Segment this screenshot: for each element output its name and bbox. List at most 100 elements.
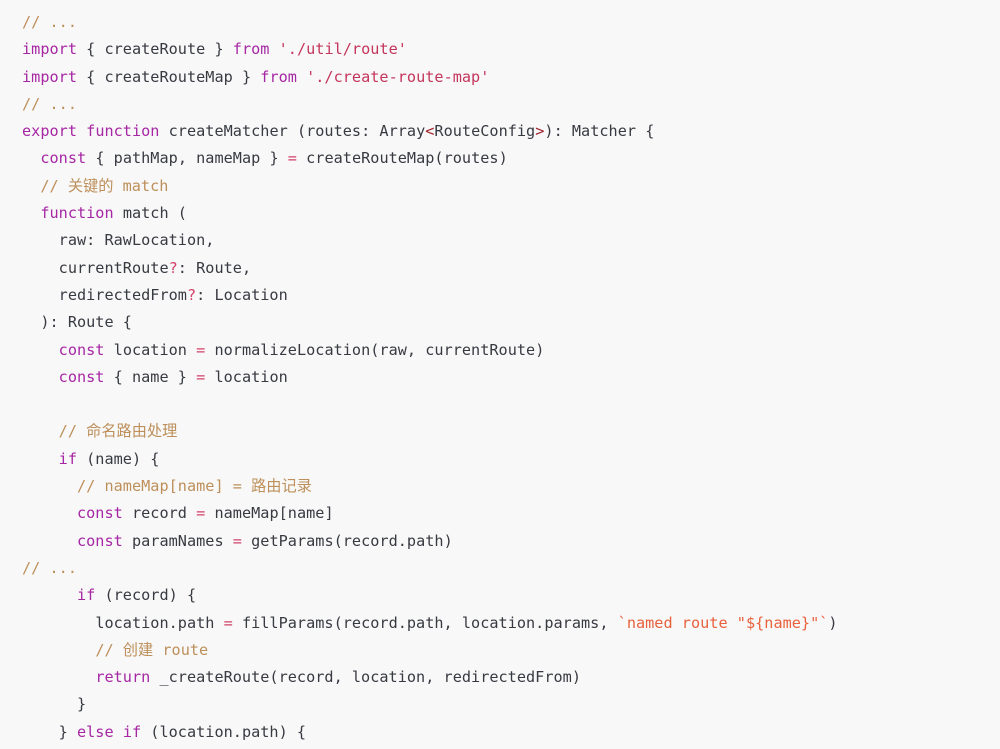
code-token-comment: // nameMap[name] = 路由记录 <box>76 477 312 496</box>
code-token-keyword: const <box>58 340 105 359</box>
code-token-keyword: return <box>95 668 151 687</box>
code-token-function: createMatcher <box>168 122 288 141</box>
code-token-plain: } <box>168 367 197 386</box>
code-token-plain: currentRoute <box>58 258 169 277</box>
code-line: return _createRoute(record, location, re… <box>22 664 1000 691</box>
code-token-keyword: const <box>40 149 87 168</box>
code-token-keyword: else <box>76 722 114 741</box>
code-token-plain: } <box>76 695 87 714</box>
code-token-keyword: export <box>22 122 77 141</box>
code-token-plain: (location.path) { <box>141 722 307 741</box>
code-token-keyword: const <box>76 531 123 550</box>
code-token-plain: : Route, <box>177 258 252 277</box>
code-token-variable: raw <box>58 231 87 250</box>
code-token-keyword: import <box>22 67 77 86</box>
code-line: function match ( <box>22 200 1000 227</box>
code-token-plain: , <box>177 149 197 168</box>
code-token-operator: = <box>232 531 242 550</box>
code-token-plain: : Array <box>361 122 426 141</box>
code-line: // ... <box>22 555 1000 582</box>
code-block: // ... import { createRoute } from './uti… <box>0 0 1000 749</box>
code-token-plain: } <box>58 722 77 741</box>
code-line: export function createMatcher (routes: A… <box>22 118 1000 145</box>
code-token-plain: ( <box>168 204 187 223</box>
code-token-plain: (record) { <box>95 586 197 605</box>
code-token-plain: { <box>76 67 105 86</box>
code-token-keyword: const <box>58 367 105 386</box>
code-token-comment: // ... <box>22 94 77 113</box>
code-token-variable: record <box>131 504 187 523</box>
code-line: // nameMap[name] = 路由记录 <box>22 473 1000 500</box>
code-token-plain: nameMap[name] <box>205 504 334 523</box>
code-token-variable: location <box>113 340 187 359</box>
code-token-function: match <box>122 204 169 223</box>
code-token-variable: pathMap <box>113 149 178 168</box>
code-token-plain: ( <box>287 122 307 141</box>
code-token-plain: createRouteMap(routes) <box>296 149 508 168</box>
code-token-operator: = <box>287 149 297 168</box>
code-line: import { createRouteMap } from './create… <box>22 64 1000 91</box>
code-token-plain: normalizeLocation(raw, currentRoute) <box>205 340 545 359</box>
code-token-variable: paramNames <box>131 531 224 550</box>
code-token-plain: { <box>76 40 105 59</box>
code-token-variable: routes <box>306 122 362 141</box>
code-line: // ... <box>22 91 1000 118</box>
code-line: // ... <box>22 9 1000 36</box>
code-line: } else if (location.path) { <box>22 719 1000 746</box>
code-token-keyword: if <box>76 586 96 605</box>
code-token-keyword: from <box>260 67 297 86</box>
code-line: redirectedFrom?: Location <box>22 282 1000 309</box>
code-token-operator: = <box>196 367 206 386</box>
code-token-comment: // 命名路由处理 <box>58 422 178 441</box>
code-token-keyword: from <box>232 40 270 59</box>
code-token-plain: { <box>104 367 132 386</box>
code-token-keyword: function <box>40 204 114 223</box>
code-line: const { name } = location <box>22 364 1000 391</box>
code-token-template: `named route "${name}"` <box>617 613 829 632</box>
code-token-string: './create-route-map' <box>306 67 490 86</box>
code-line: } <box>22 691 1000 718</box>
code-token-plain: : Location <box>196 285 288 304</box>
code-line: import { createRoute } from './util/rout… <box>22 36 1000 63</box>
code-line: currentRoute?: Route, <box>22 255 1000 282</box>
code-token-optional: ? <box>168 258 178 277</box>
code-token-optional: ? <box>186 285 197 304</box>
code-token-plain: ): Matcher { <box>544 122 655 141</box>
code-token-operator: = <box>223 613 233 632</box>
code-token-plain: } <box>260 149 288 168</box>
code-token-operator: = <box>196 504 206 523</box>
code-token-comment: // ... <box>22 558 77 577</box>
code-token-comment: // 关键的 match <box>40 176 169 195</box>
code-line: const paramNames = getParams(record.path… <box>22 528 1000 555</box>
code-token-plain: getParams(record.path) <box>241 531 453 550</box>
code-line: const record = nameMap[name] <box>22 500 1000 527</box>
code-token-plain: } <box>205 40 233 59</box>
code-token-plain: RouteConfig <box>434 122 536 141</box>
code-token-string: './util/route' <box>278 40 407 59</box>
code-token-keyword: if <box>122 722 142 741</box>
code-line: const { pathMap, nameMap } = createRoute… <box>22 145 1000 172</box>
